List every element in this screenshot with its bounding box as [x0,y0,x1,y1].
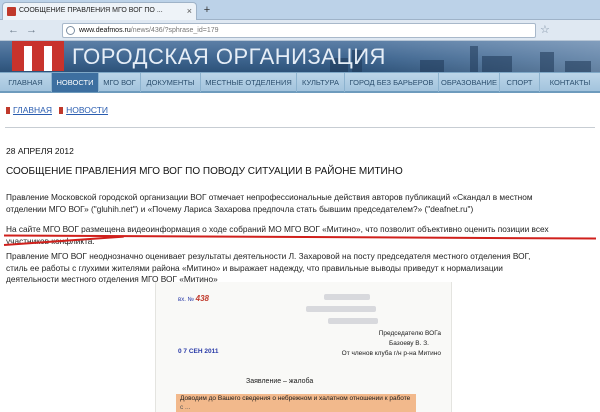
browser-tab-bar: СООБЩЕНИЕ ПРАВЛЕНИЯ МГО ВОГ ПО ... × + [0,0,600,20]
handwritten-scribble [324,294,370,300]
paragraph-line: Правление Московской городской организац… [6,192,533,202]
banner-building [540,52,554,72]
tab-title: СООБЩЕНИЕ ПРАВЛЕНИЯ МГО ВОГ ПО ... [19,7,163,14]
paragraph-line: отделении МГО ВОГ» ("gluhih.net") и «Поч… [6,203,474,214]
breadcrumb-marker-icon [59,107,64,114]
document-body-line: с ... [180,404,191,411]
sender-line: От членов клуба г/н р-на Митино [341,350,441,357]
back-arrow-icon[interactable]: ← [6,23,21,38]
breadcrumb-marker-icon [6,107,10,114]
menu-item-home[interactable]: ГЛАВНАЯ [0,73,52,92]
browser-nav-bar: ← → www.deafmos.ru/news/436/?sphrase_id=… [0,20,600,41]
article-date: 28 АПРЕЛЯ 2012 [6,146,74,156]
divider [5,127,595,128]
handwritten-scribble [306,306,376,312]
globe-icon [66,26,75,35]
banner-title: ГОРОДСКАЯ ОРГАНИЗАЦИЯ [72,44,386,69]
menu-item-education[interactable]: ОБРАЗОВАНИЕ [439,73,500,92]
incoming-stamp-date: 0 7 СЕН 2011 [178,348,219,355]
new-tab-button[interactable]: + [200,4,214,17]
breadcrumb-home-link[interactable]: ГЛАВНАЯ [13,105,52,115]
site-favicon-icon [7,7,16,16]
bookmark-star-icon[interactable]: ☆ [540,23,555,38]
forward-arrow-icon[interactable]: → [24,23,39,38]
logo-bar [44,46,52,71]
menu-item-contacts[interactable]: КОНТАКТЫ [540,73,600,92]
paragraph-line: стиль ее работы с глухими жителями район… [6,262,503,273]
article-paragraph-1: Правление Московской городской организац… [6,192,596,215]
article-headline: СООБЩЕНИЕ ПРАВЛЕНИЯ МГО ВОГ ПО ПОВОДУ СИ… [6,166,403,177]
site-logo[interactable] [12,41,64,71]
incoming-stamp-number: вх. № 438 [178,294,209,303]
stamp-prefix: вх. № [178,297,194,303]
menu-item-news[interactable]: НОВОСТИ [52,73,99,92]
breadcrumb: ГЛАВНАЯ НОВОСТИ [6,105,108,115]
article-paragraph-3: Правление МГО ВОГ неоднозначно оценивает… [6,251,596,286]
url-path: /news/436/?sphrase_id=179 [130,27,219,34]
menu-item-local-branches[interactable]: МЕСТНЫЕ ОТДЕЛЕНИЯ [201,73,297,92]
addressee-line: Председателю ВОГа [378,330,441,337]
menu-item-mgo-vog[interactable]: МГО ВОГ [99,73,141,92]
paragraph-line: Правление МГО ВОГ неоднозначно оценивает… [6,251,531,261]
banner-building [482,56,512,72]
menu-item-barrier-free[interactable]: ГОРОД БЕЗ БАРЬЕРОВ [345,73,439,92]
document-body-line: Доводим до Вашего сведения о небрежном и… [180,395,411,402]
menu-item-documents[interactable]: ДОКУМЕНТЫ [141,73,201,92]
site-banner: ГОРОДСКАЯ ОРГАНИЗАЦИЯ [0,41,600,72]
banner-sky [360,41,600,72]
close-tab-icon[interactable]: × [187,3,192,19]
logo-bar [24,46,32,71]
addressee-name: Базоеву В. З. [389,340,429,347]
banner-building [565,61,591,72]
menu-item-culture[interactable]: КУЛЬТУРА [297,73,345,92]
handwritten-scribble [328,318,378,324]
main-menu: ГЛАВНАЯ НОВОСТИ МГО ВОГ ДОКУМЕНТЫ МЕСТНЫ… [0,72,600,93]
scanned-document-image: вх. № 438 0 7 СЕН 2011 Председателю ВОГа… [155,282,452,412]
browser-tab[interactable]: СООБЩЕНИЕ ПРАВЛЕНИЯ МГО ВОГ ПО ... × [2,2,197,20]
menu-item-sport[interactable]: СПОРТ [500,73,540,92]
stamp-number: 438 [195,294,209,303]
url-domain: www.deafmos.ru [79,27,131,34]
banner-building [420,60,444,72]
paragraph-line: На сайте МГО ВОГ размещена видеоинформац… [6,224,549,234]
breadcrumb-news-link[interactable]: НОВОСТИ [66,105,108,115]
document-title: Заявление – жалоба [246,378,314,385]
address-bar[interactable]: www.deafmos.ru/news/436/?sphrase_id=179 [62,23,536,38]
banner-building [470,46,478,72]
